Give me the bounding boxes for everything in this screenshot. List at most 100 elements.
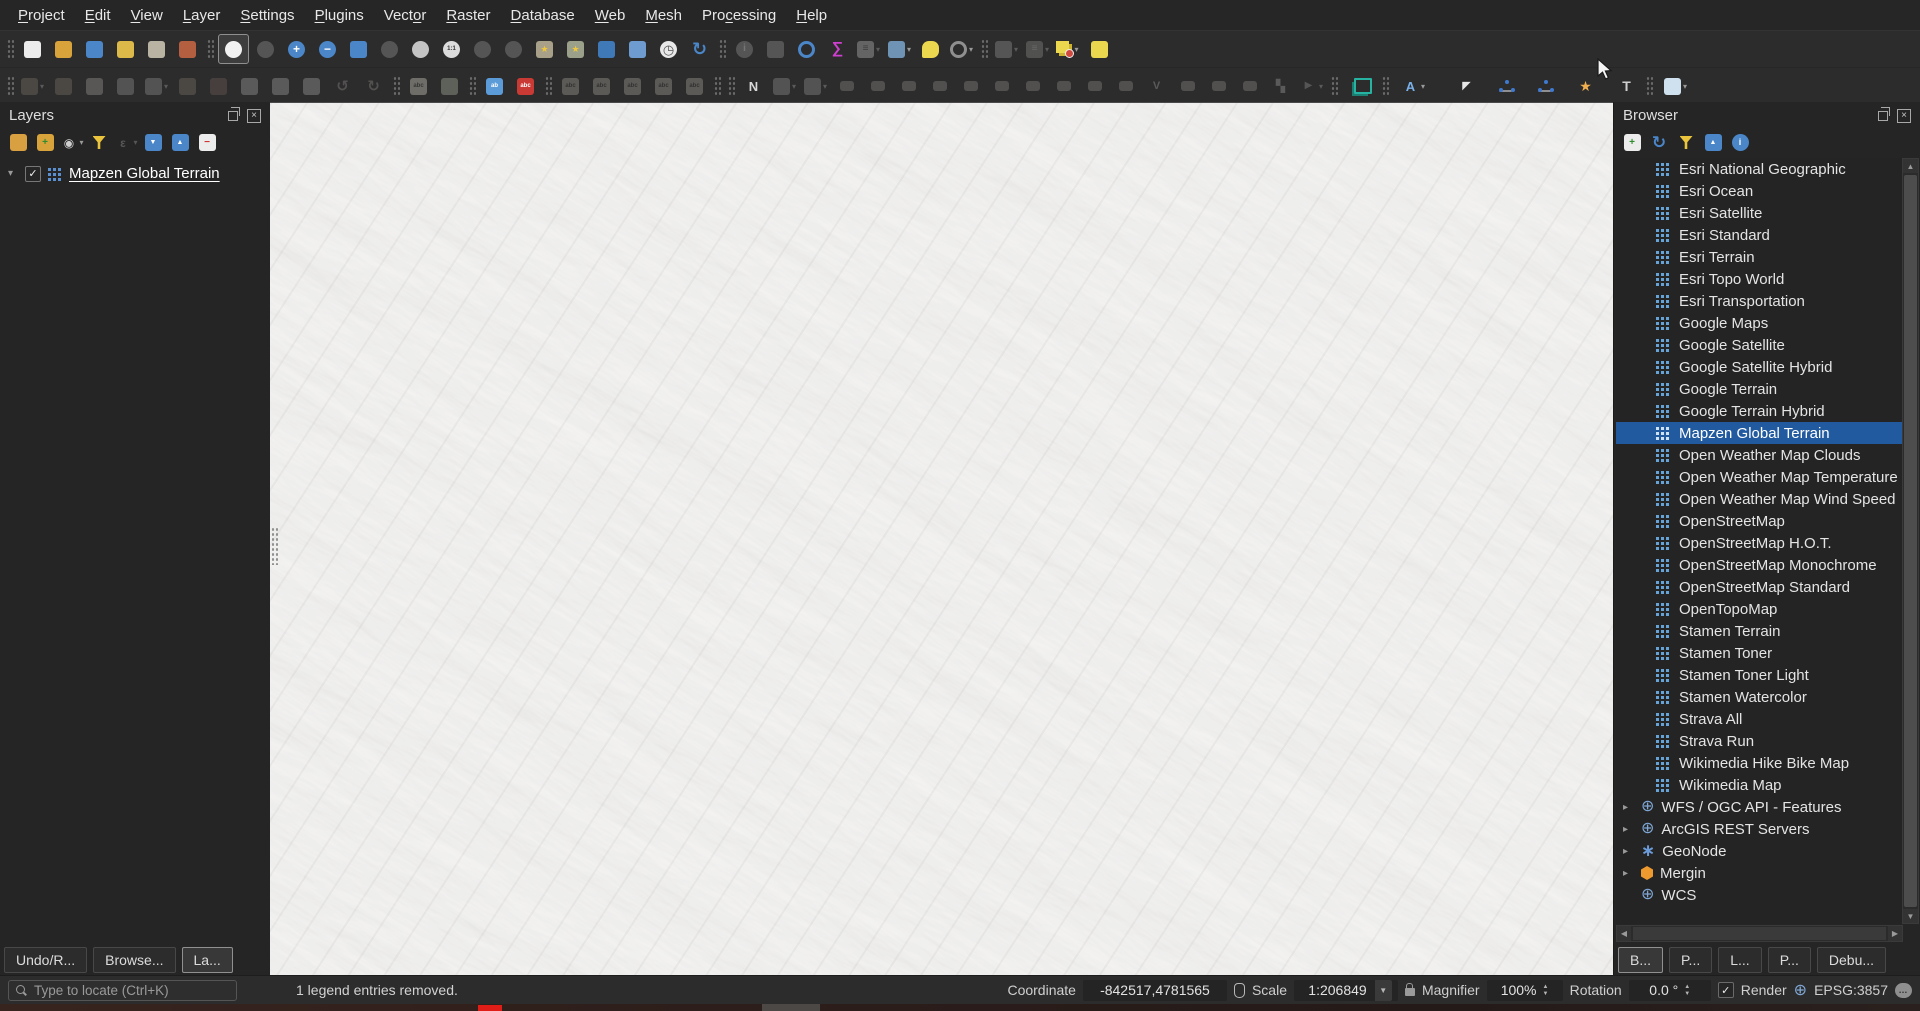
browser-vertical-scrollbar[interactable]: ▲ ▼: [1902, 158, 1919, 924]
dock-tab-browse[interactable]: Browse...: [93, 947, 175, 973]
toolbar-grip[interactable]: [206, 38, 214, 60]
select-by-form-button-dropdown[interactable]: ▾: [1045, 45, 1049, 54]
scroll-down-icon[interactable]: ▼: [1903, 909, 1918, 923]
menu-item-help[interactable]: Help: [786, 4, 837, 27]
layer-styling-button[interactable]: [5, 131, 31, 155]
menu-item-settings[interactable]: Settings: [230, 4, 304, 27]
toolbar-grip[interactable]: [6, 38, 14, 60]
layers-float-icon[interactable]: [228, 111, 238, 121]
vertex-editor-button[interactable]: ▚: [1266, 72, 1295, 100]
browser-close-icon[interactable]: ×: [1897, 109, 1911, 123]
menu-item-view[interactable]: View: [121, 4, 173, 27]
browser-item-mergin[interactable]: ▸Mergin: [1616, 862, 1902, 884]
new-print-layout-button[interactable]: [111, 35, 140, 63]
split-parts-button[interactable]: [1173, 72, 1202, 100]
current-edits-button-dropdown[interactable]: ▾: [40, 82, 44, 91]
merge-features-button[interactable]: [1204, 72, 1233, 100]
select-features-button[interactable]: ▾: [992, 35, 1021, 63]
toolbar-grip[interactable]: [468, 75, 476, 97]
browser-item-google-satellite[interactable]: Google Satellite: [1616, 334, 1902, 356]
chevron-down-icon[interactable]: ▼: [1375, 980, 1392, 1001]
browser-item-google-terrain-hybrid[interactable]: Google Terrain Hybrid: [1616, 400, 1902, 422]
show-spatial-bookmarks-button[interactable]: ★: [561, 35, 590, 63]
cut-features-button[interactable]: [235, 72, 264, 100]
zoom-out-button[interactable]: −: [313, 35, 342, 63]
measure-button[interactable]: ▾: [885, 35, 914, 63]
zoom-native-button[interactable]: 1:1: [437, 35, 466, 63]
digitize-curve-button[interactable]: ▾: [770, 72, 799, 100]
open-project-button[interactable]: [49, 35, 78, 63]
toolbar-grip[interactable]: [392, 75, 400, 97]
toolbar-grip[interactable]: [727, 75, 735, 97]
scrollbar-thumb-h[interactable]: [1633, 927, 1886, 940]
toolbar-grip[interactable]: [1381, 75, 1389, 97]
browser-item-esri-transportation[interactable]: Esri Transportation: [1616, 290, 1902, 312]
collapse-all-button[interactable]: ▲: [167, 131, 193, 155]
splitter-handle[interactable]: [271, 527, 278, 565]
browser-item-strava-all[interactable]: Strava All: [1616, 708, 1902, 730]
coordinate-extent-icon[interactable]: [1234, 983, 1245, 998]
spin-arrows-icon[interactable]: ▲▼: [1543, 984, 1549, 997]
render-checkbox[interactable]: ✓: [1718, 982, 1734, 998]
menu-item-mesh[interactable]: Mesh: [635, 4, 692, 27]
add-group-button[interactable]: +: [32, 131, 58, 155]
redo-button[interactable]: ↻: [359, 72, 388, 100]
browser-item-arcgis-rest-servers[interactable]: ▸⊕ArcGIS REST Servers: [1616, 818, 1902, 840]
filter-expression-button-dropdown[interactable]: ▾: [133, 138, 137, 147]
digitize-curve-button-dropdown[interactable]: ▾: [792, 82, 796, 91]
toggle-editing-button[interactable]: [49, 72, 78, 100]
browser-item-wikimedia-hike-bike-map[interactable]: Wikimedia Hike Bike Map: [1616, 752, 1902, 774]
menu-item-web[interactable]: Web: [585, 4, 636, 27]
statistical-summary-button[interactable]: ∑: [823, 35, 852, 63]
show-hide-labels-button[interactable]: abc: [587, 72, 616, 100]
move-label-button[interactable]: abc: [618, 72, 647, 100]
zoom-next-button[interactable]: [499, 35, 528, 63]
layer-diagram-button[interactable]: [435, 72, 464, 100]
browser-item-openstreetmap-monochrome[interactable]: OpenStreetMap Monochrome: [1616, 554, 1902, 576]
map-themes-button[interactable]: ◉▾: [59, 131, 85, 155]
browser-item-wfs-ogc-api-features[interactable]: ▸⊕WFS / OGC API - Features: [1616, 796, 1902, 818]
scrollbar-thumb[interactable]: [1904, 175, 1917, 907]
reshape-features-button[interactable]: [1080, 72, 1109, 100]
layer-visibility-checkbox[interactable]: ✓: [25, 166, 41, 182]
browser-item-wikimedia-map[interactable]: Wikimedia Map: [1616, 774, 1902, 796]
layer-name[interactable]: Mapzen Global Terrain: [69, 165, 220, 182]
browser-item-wcs[interactable]: ⊕WCS: [1616, 884, 1902, 906]
save-layer-edits-button[interactable]: [80, 72, 109, 100]
menu-item-plugins[interactable]: Plugins: [305, 4, 374, 27]
browser-item-google-terrain[interactable]: Google Terrain: [1616, 378, 1902, 400]
zoom-full-button[interactable]: [344, 35, 373, 63]
layer-item-mapzen-global-terrain[interactable]: ▾ ✓ Mapzen Global Terrain: [0, 162, 270, 185]
expand-icon[interactable]: ▸: [1623, 824, 1634, 835]
advanced-digitizing-button[interactable]: N: [739, 72, 768, 100]
map-themes-button-dropdown[interactable]: ▾: [79, 138, 83, 147]
marker-annotation-button[interactable]: ★: [1571, 72, 1600, 100]
refresh-browser-button[interactable]: ↻: [1646, 131, 1672, 155]
delete-selected-button[interactable]: [204, 72, 233, 100]
dock-tab-p[interactable]: P...: [1768, 947, 1811, 973]
menu-item-project[interactable]: Project: [8, 4, 75, 27]
split-features-button[interactable]: V: [1142, 72, 1171, 100]
trace-button[interactable]: ▶▾: [1297, 72, 1326, 100]
layer-expand-icon[interactable]: ▾: [8, 168, 18, 179]
label-highlight-button[interactable]: ab: [480, 72, 509, 100]
vertex-tool-button[interactable]: ▾: [142, 72, 171, 100]
new-map-view-button[interactable]: [592, 35, 621, 63]
pan-to-selection-button[interactable]: [251, 35, 280, 63]
locate-search[interactable]: [8, 980, 237, 1001]
rotate-label-button[interactable]: abc: [649, 72, 678, 100]
menu-item-raster[interactable]: Raster: [436, 4, 500, 27]
move-feature-button[interactable]: [832, 72, 861, 100]
measure-button-dropdown[interactable]: ▾: [907, 45, 911, 54]
geocoder-button[interactable]: ▾: [947, 35, 976, 63]
browser-item-google-maps[interactable]: Google Maps: [1616, 312, 1902, 334]
offset-curve-button[interactable]: [1111, 72, 1140, 100]
expand-icon[interactable]: ▸: [1623, 868, 1634, 879]
browser-item-mapzen-global-terrain[interactable]: Mapzen Global Terrain: [1616, 422, 1902, 444]
bookmark-manager-button[interactable]: [623, 35, 652, 63]
browser-item-openstreetmap-h-o-t[interactable]: OpenStreetMap H.O.T.: [1616, 532, 1902, 554]
toolbar-grip[interactable]: [713, 75, 721, 97]
browser-item-stamen-toner-light[interactable]: Stamen Toner Light: [1616, 664, 1902, 686]
new-spatial-bookmark-button[interactable]: ★: [530, 35, 559, 63]
zoom-last-button[interactable]: [468, 35, 497, 63]
